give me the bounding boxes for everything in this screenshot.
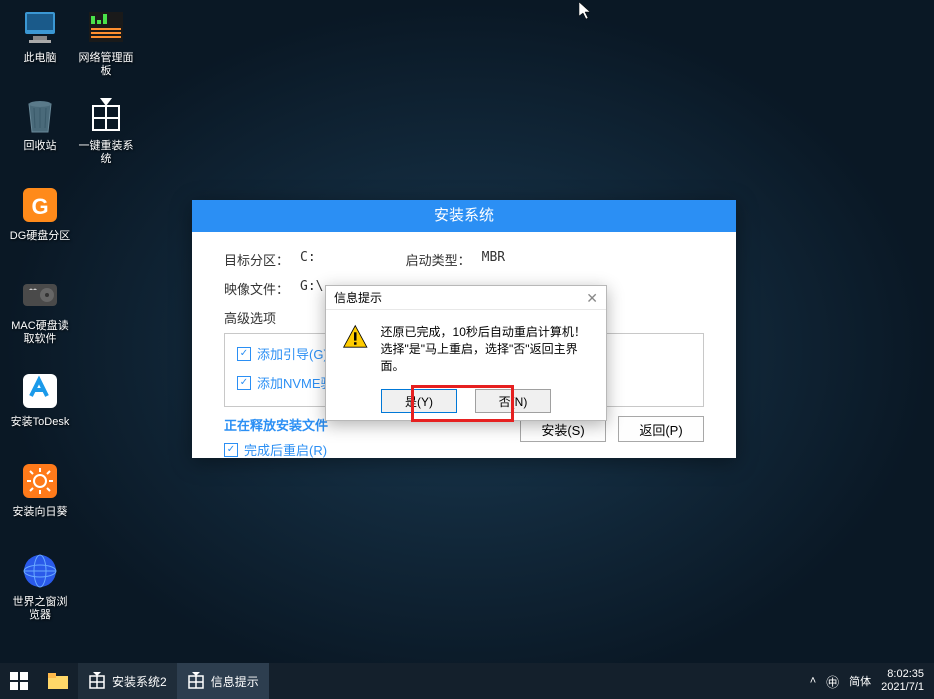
image-file-label: 映像文件： <box>224 279 300 298</box>
desktop-icon-browser[interactable]: 世界之窗浏览器 <box>8 550 72 622</box>
sunflower-icon <box>19 460 61 502</box>
desktop-icon-label: MAC硬盘读取软件 <box>8 320 72 346</box>
ime-mode[interactable]: 简体 <box>849 673 871 689</box>
desktop-icon-pc[interactable]: 此电脑 <box>8 6 72 65</box>
desktop-icon-bin[interactable]: 回收站 <box>8 94 72 153</box>
desktop-icon-label: 网络管理面板 <box>74 52 138 78</box>
clock-time: 8:02:35 <box>881 668 924 681</box>
browser-icon <box>19 550 61 592</box>
svg-text:G: G <box>31 194 48 219</box>
folder-icon <box>48 673 68 689</box>
boot-type-label: 启动类型： <box>406 250 482 269</box>
desktop-icon-label: 一键重装系统 <box>74 140 138 166</box>
desktop-icon-dg[interactable]: G DG硬盘分区 <box>8 184 72 243</box>
add-boot-label: 添加引导(G): <box>257 344 331 363</box>
add-nvme-label: 添加NVME驱 <box>257 373 334 392</box>
file-explorer-button[interactable] <box>38 663 78 699</box>
install-title: 安装系统 <box>192 200 736 232</box>
desktop-icon-todesk[interactable]: 安装ToDesk <box>8 370 72 429</box>
desktop-icon-label: 回收站 <box>8 140 72 153</box>
app-icon <box>88 672 106 690</box>
boot-type-value: MBR <box>482 250 505 269</box>
start-button[interactable] <box>0 663 38 699</box>
dialog-title: 信息提示 <box>334 286 382 309</box>
warning-icon <box>342 324 369 352</box>
desktop-icon-reinstall[interactable]: 一键重装系统 <box>74 94 138 166</box>
tray-chevron-icon[interactable]: ˄ <box>810 675 816 687</box>
image-file-value: G:\ <box>300 279 323 298</box>
target-partition-value: C: <box>300 250 316 269</box>
yes-button[interactable]: 是(Y) <box>381 389 457 413</box>
target-partition-label: 目标分区： <box>224 250 300 269</box>
windows-icon <box>10 672 28 690</box>
no-button[interactable]: 否(N) <box>475 389 551 413</box>
desktop-icon-sunflower[interactable]: 安装向日葵 <box>8 460 72 519</box>
close-icon[interactable]: ✕ <box>586 286 598 309</box>
restart-after-label: 完成后重启(R) <box>244 440 327 459</box>
desktop-icon-label: 安装向日葵 <box>8 506 72 519</box>
clock-date: 2021/7/1 <box>881 681 924 694</box>
dialog-message-line2: 选择"是"马上重启，选择"否"返回主界面。 <box>381 341 590 375</box>
todesk-icon <box>19 370 61 412</box>
mac-icon <box>19 274 61 316</box>
restart-after-checkbox[interactable]: ✓ 完成后重启(R) <box>224 440 704 459</box>
taskbar-app-label: 信息提示 <box>211 673 259 690</box>
confirm-dialog: 信息提示 ✕ 还原已完成，10秒后自动重启计算机！ 选择"是"马上重启，选择"否… <box>325 285 607 421</box>
dg-icon: G <box>19 184 61 226</box>
back-button[interactable]: 返回(P) <box>618 416 704 442</box>
reinstall-icon <box>85 94 127 136</box>
desktop-icon-panel[interactable]: 网络管理面板 <box>74 6 138 78</box>
panel-icon <box>85 6 127 48</box>
taskbar-app-label: 安装系统2 <box>112 673 167 690</box>
taskbar-app-dialog[interactable]: 信息提示 <box>177 663 269 699</box>
desktop-icon-label: 世界之窗浏览器 <box>8 596 72 622</box>
ime-icon[interactable]: ㊥ <box>826 672 839 691</box>
desktop-icon-mac[interactable]: MAC硬盘读取软件 <box>8 274 72 346</box>
taskbar: 安装系统2 信息提示 ˄ ㊥ 简体 8:02:35 2021/7/1 <box>0 663 934 699</box>
bin-icon <box>19 94 61 136</box>
checkbox-icon: ✓ <box>224 443 238 457</box>
system-tray: ˄ ㊥ 简体 8:02:35 2021/7/1 <box>800 668 934 694</box>
desktop-icon-label: 安装ToDesk <box>8 416 72 429</box>
dialog-message-line1: 还原已完成，10秒后自动重启计算机！ <box>381 324 590 341</box>
checkbox-icon: ✓ <box>237 376 251 390</box>
pc-icon <box>19 6 61 48</box>
clock[interactable]: 8:02:35 2021/7/1 <box>881 668 924 694</box>
desktop-icon-label: DG硬盘分区 <box>8 230 72 243</box>
desktop-icon-label: 此电脑 <box>8 52 72 65</box>
app-icon <box>187 672 205 690</box>
taskbar-app-install[interactable]: 安装系统2 <box>78 663 177 699</box>
checkbox-icon: ✓ <box>237 347 251 361</box>
